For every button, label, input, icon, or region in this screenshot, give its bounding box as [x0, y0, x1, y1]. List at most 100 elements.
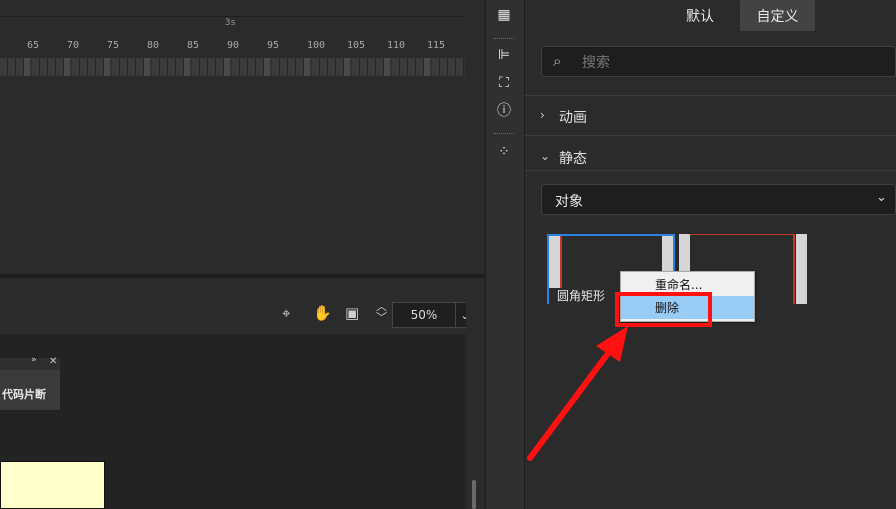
stepper-icon[interactable]: ︿ ﹀: [376, 301, 387, 323]
frame-cell[interactable]: [224, 58, 230, 76]
tab-custom[interactable]: 自定义: [740, 0, 815, 31]
frame-cell[interactable]: [344, 58, 350, 76]
frame-cell[interactable]: [88, 58, 96, 76]
annotation-arrow-icon: [527, 326, 628, 461]
frame-cell[interactable]: [24, 58, 30, 76]
frame-cell[interactable]: [8, 58, 16, 76]
frame-cell[interactable]: [160, 58, 168, 76]
frame-cell[interactable]: [400, 58, 408, 76]
frame-cell[interactable]: [352, 58, 360, 76]
object-dropdown[interactable]: [541, 184, 896, 215]
frame-strip[interactable]: [0, 58, 465, 76]
code-snippets-label[interactable]: 代码片断: [2, 386, 46, 402]
frame-cell[interactable]: [440, 58, 448, 76]
frame-cell[interactable]: [200, 58, 208, 76]
frame-cell[interactable]: [152, 58, 160, 76]
frame-cell[interactable]: [392, 58, 400, 76]
close-icon[interactable]: ✕: [49, 356, 57, 367]
frame-cell[interactable]: [304, 58, 310, 76]
frame-cell[interactable]: [208, 58, 216, 76]
frame-cell[interactable]: [368, 58, 376, 76]
frame-number: 70: [67, 40, 80, 51]
layer-track-area[interactable]: [0, 78, 465, 258]
frame-cell[interactable]: [72, 58, 80, 76]
timeline-ruler: [0, 0, 465, 17]
panel-divider[interactable]: [0, 274, 484, 278]
info-icon[interactable]: ⓘ: [495, 102, 513, 120]
frame-cell[interactable]: [312, 58, 320, 76]
frame-number: 90: [227, 40, 240, 51]
dropdown-value: 对象: [555, 194, 583, 210]
frame-number-row: 65 70 75 80 85 90 95 100 105 110 115: [0, 40, 465, 54]
frame-cell[interactable]: [192, 58, 200, 76]
canvas-rectangle[interactable]: [0, 461, 105, 509]
crosshair-icon[interactable]: ⌖: [282, 304, 290, 322]
frame-cell[interactable]: [128, 58, 136, 76]
frame-cell[interactable]: [96, 58, 104, 76]
frame-cell[interactable]: [248, 58, 256, 76]
frame-cell[interactable]: [32, 58, 40, 76]
chevron-down-icon[interactable]: ⌄: [876, 190, 887, 205]
clip-icon[interactable]: ▣: [345, 304, 359, 322]
frame-cell[interactable]: [456, 58, 464, 76]
frame-cell[interactable]: [176, 58, 184, 76]
frame-cell[interactable]: [288, 58, 296, 76]
frame-cell[interactable]: [168, 58, 176, 76]
hand-icon[interactable]: ✋: [313, 304, 332, 322]
frame-cell[interactable]: [232, 58, 240, 76]
align-icon[interactable]: ⊫: [495, 46, 513, 64]
frame-cell[interactable]: [48, 58, 56, 76]
frame-cell[interactable]: [16, 58, 24, 76]
frame-cell[interactable]: [448, 58, 456, 76]
frame-cell[interactable]: [336, 58, 344, 76]
frame-cell[interactable]: [216, 58, 224, 76]
vertical-scrollbar[interactable]: [466, 296, 484, 509]
frame-cell[interactable]: [112, 58, 120, 76]
frame-cell[interactable]: [144, 58, 150, 76]
divider: [525, 135, 896, 136]
frame-number: 95: [267, 40, 280, 51]
code-snippets-titlebar[interactable]: » ✕: [0, 355, 60, 370]
search-icon: ⌕: [553, 52, 562, 70]
frame-cell[interactable]: [184, 58, 190, 76]
expand-icon[interactable]: »: [31, 355, 37, 365]
frame-cell[interactable]: [424, 58, 430, 76]
frame-cell[interactable]: [296, 58, 304, 76]
frame-cell[interactable]: [0, 58, 8, 76]
search-placeholder: 搜索: [582, 55, 610, 71]
frame-cell[interactable]: [280, 58, 288, 76]
grid-icon[interactable]: ▦: [495, 6, 513, 24]
tab-default[interactable]: 默认: [672, 0, 728, 31]
frame-cell[interactable]: [272, 58, 280, 76]
frame-number: 65: [27, 40, 40, 51]
chevron-down-icon[interactable]: ⌄: [540, 149, 550, 163]
section-animation[interactable]: 动画: [559, 107, 587, 127]
frame-cell[interactable]: [64, 58, 70, 76]
frame-cell[interactable]: [80, 58, 88, 76]
frame-cell[interactable]: [376, 58, 384, 76]
frame-cell[interactable]: [40, 58, 48, 76]
chevron-right-icon[interactable]: ›: [540, 108, 545, 122]
frame-cell[interactable]: [432, 58, 440, 76]
transform-icon[interactable]: ⛶: [495, 74, 513, 92]
frame-cell[interactable]: [328, 58, 336, 76]
frame-cell[interactable]: [136, 58, 144, 76]
panel-grip[interactable]: [494, 38, 514, 42]
frame-cell[interactable]: [56, 58, 64, 76]
frame-cell[interactable]: [264, 58, 270, 76]
section-static[interactable]: 静态: [559, 148, 587, 168]
frame-cell[interactable]: [360, 58, 368, 76]
frame-cell[interactable]: [256, 58, 264, 76]
frame-cell[interactable]: [408, 58, 416, 76]
divider: [525, 170, 896, 171]
frame-cell[interactable]: [240, 58, 248, 76]
frame-cell[interactable]: [416, 58, 424, 76]
frame-cell[interactable]: [320, 58, 328, 76]
scroll-thumb[interactable]: [472, 480, 476, 509]
frame-cell[interactable]: [120, 58, 128, 76]
frame-cell[interactable]: [104, 58, 110, 76]
motion-icon[interactable]: ⁘: [495, 143, 513, 161]
frame-cell[interactable]: [384, 58, 390, 76]
zoom-input[interactable]: 50%: [392, 302, 456, 328]
panel-grip[interactable]: [494, 133, 514, 137]
